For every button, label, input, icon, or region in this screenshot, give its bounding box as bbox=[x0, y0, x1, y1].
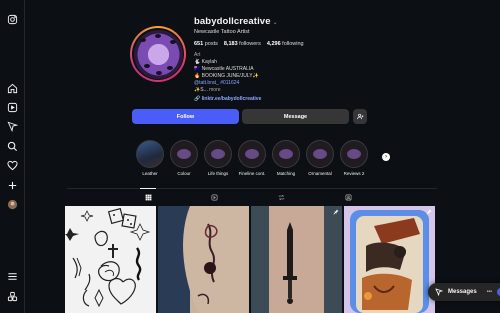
messages-icon bbox=[435, 288, 443, 296]
highlight-cover bbox=[136, 140, 164, 168]
search-icon[interactable] bbox=[6, 140, 18, 152]
bio-external-link[interactable]: 🔗 linktr.ee/babydollcreative bbox=[194, 96, 304, 103]
story-highlights: Leather Colour Life things Fineline cont… bbox=[135, 140, 465, 180]
highlight-cover bbox=[170, 140, 198, 168]
highlight-item[interactable]: Ornamental bbox=[305, 140, 335, 176]
highlight-label: Leather bbox=[142, 171, 158, 176]
pinned-icon bbox=[333, 209, 339, 215]
highlight-label: Fineline cont. bbox=[238, 171, 266, 176]
highlight-cover bbox=[306, 140, 334, 168]
highlight-label: Matching bbox=[276, 171, 296, 176]
bio-line: ✨S... more bbox=[194, 87, 221, 93]
explore-icon[interactable] bbox=[6, 120, 18, 132]
bio-category: Art bbox=[194, 52, 201, 58]
chevron-right-icon[interactable]: › bbox=[382, 153, 390, 161]
messages-button[interactable]: Messages ••• bbox=[428, 283, 500, 301]
post-thumbnail[interactable] bbox=[158, 206, 249, 313]
bio-tag-link[interactable]: @tatt.brat_ #011624 bbox=[194, 80, 304, 87]
highlight-cover bbox=[238, 140, 266, 168]
avatar-image bbox=[133, 29, 183, 79]
highlight-label: Colour bbox=[177, 171, 191, 176]
posts-grid bbox=[65, 206, 436, 313]
highlight-item[interactable]: Fineline cont. bbox=[237, 140, 267, 176]
follow-button[interactable]: Follow bbox=[132, 109, 239, 124]
highlight-cover bbox=[340, 140, 368, 168]
followers-count[interactable]: 8,183 followers bbox=[224, 41, 261, 47]
arm-tattoo-image bbox=[183, 206, 249, 313]
post-thumbnail[interactable] bbox=[65, 206, 156, 313]
profile-stats: 651 posts 8,183 followers 4,296 followin… bbox=[194, 41, 304, 47]
highlight-item[interactable]: Matching bbox=[271, 140, 301, 176]
menu-icon[interactable] bbox=[6, 270, 18, 282]
highlight-item[interactable]: Reviews 2 bbox=[339, 140, 369, 176]
add-user-button[interactable] bbox=[353, 109, 367, 124]
dagger-tattoo-image bbox=[283, 222, 297, 304]
profile-avatar[interactable] bbox=[130, 26, 186, 82]
profile-bio: Art 🐇 Kaylah 🇦🇺 Newcastle AUSTRALIA 🔥 BO… bbox=[194, 52, 304, 103]
bio-line: 🔥 BOOKING JUNE/JULY✨ bbox=[194, 73, 259, 79]
messages-label: Messages bbox=[448, 289, 477, 295]
following-count[interactable]: 4,296 following bbox=[267, 41, 304, 47]
highlight-label: Life things bbox=[207, 171, 229, 176]
add-user-icon bbox=[356, 113, 363, 120]
instagram-icon[interactable] bbox=[6, 13, 18, 25]
more-icon[interactable] bbox=[6, 290, 18, 302]
reposts-tab-icon[interactable] bbox=[277, 193, 285, 201]
profile-main: babydollcreative ⌄ Newcastle Tattoo Artis… bbox=[25, 0, 500, 313]
profile-tabs bbox=[67, 188, 437, 203]
highlight-item[interactable]: Life things bbox=[203, 140, 233, 176]
more-options-icon: ••• bbox=[486, 289, 492, 295]
left-sidebar bbox=[0, 0, 25, 313]
highlight-label: Ornamental bbox=[308, 171, 332, 176]
post-thumbnail[interactable] bbox=[251, 206, 342, 313]
pinned-icon bbox=[426, 209, 432, 215]
reels-icon[interactable] bbox=[6, 101, 18, 113]
profile-subtitle: Newcastle Tattoo Artist bbox=[194, 29, 250, 35]
username: babydollcreative bbox=[194, 16, 271, 27]
profile-avatar-icon[interactable] bbox=[6, 198, 18, 210]
highlight-cover bbox=[204, 140, 232, 168]
bio-line: 🐇 Kaylah bbox=[194, 59, 217, 65]
highlight-label: Reviews 2 bbox=[343, 171, 365, 176]
reels-tab-icon[interactable] bbox=[210, 193, 218, 201]
post-thumbnail[interactable] bbox=[344, 206, 435, 313]
home-icon[interactable] bbox=[6, 82, 18, 94]
highlight-cover bbox=[272, 140, 300, 168]
bio-line: 🇦🇺 Newcastle AUSTRALIA bbox=[194, 66, 254, 72]
illustration-image bbox=[350, 210, 429, 313]
profile-header: babydollcreative ⌄ Newcastle Tattoo Artis… bbox=[194, 16, 304, 103]
tagged-tab-icon[interactable] bbox=[344, 193, 352, 201]
posts-grid-icon[interactable] bbox=[140, 188, 156, 201]
more-link[interactable]: more bbox=[209, 87, 220, 93]
flash-sheet-image bbox=[65, 207, 151, 308]
create-icon[interactable] bbox=[6, 179, 18, 191]
heart-icon[interactable] bbox=[6, 159, 18, 171]
message-button[interactable]: Message bbox=[242, 109, 349, 124]
posts-count: 651 posts bbox=[194, 41, 218, 47]
chevron-down-icon[interactable]: ⌄ bbox=[273, 20, 278, 26]
highlight-item[interactable]: Colour bbox=[169, 140, 199, 176]
highlight-item[interactable]: Leather bbox=[135, 140, 165, 176]
